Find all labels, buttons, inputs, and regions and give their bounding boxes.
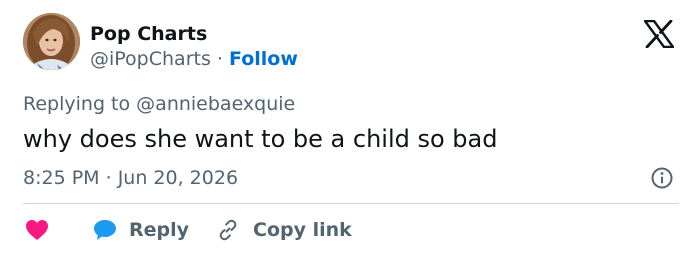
handle-separator: · — [216, 48, 223, 70]
speech-bubble-icon — [93, 219, 117, 241]
author-avatar[interactable] — [23, 13, 80, 70]
avatar-photo-icon — [23, 13, 80, 70]
heart-icon[interactable] — [25, 219, 49, 241]
reply-button[interactable]: Reply — [93, 217, 189, 243]
info-icon[interactable] — [650, 166, 674, 190]
tweet-date[interactable]: Jun 20, 2026 — [118, 167, 238, 189]
tweet-text: why does she want to be a child so bad — [23, 125, 498, 153]
author-handle-line: @iPopCharts · Follow — [90, 47, 298, 71]
copy-link-button[interactable]: Copy link — [216, 217, 352, 243]
action-bar: Reply Copy link — [0, 212, 700, 248]
link-icon — [216, 218, 240, 242]
tweet-embed-card: Pop Charts @iPopCharts · Follow Replying… — [0, 0, 700, 256]
tweet-time[interactable]: 8:25 PM — [23, 167, 100, 189]
author-handle[interactable]: @iPopCharts — [90, 48, 211, 70]
tweet-timestamp: 8:25 PM · Jun 20, 2026 — [23, 166, 238, 190]
replying-to-mention[interactable]: @anniebaexquie — [136, 93, 295, 115]
reply-label: Reply — [129, 219, 190, 241]
timestamp-separator: · — [105, 167, 112, 189]
author-name[interactable]: Pop Charts — [90, 22, 207, 46]
replying-to-prefix: Replying to — [23, 93, 131, 115]
copy-link-label: Copy link — [253, 219, 352, 241]
replying-to-line: Replying to @anniebaexquie — [23, 92, 295, 116]
actions-divider — [23, 203, 679, 204]
follow-button[interactable]: Follow — [229, 48, 298, 70]
x-logo-icon[interactable] — [643, 19, 675, 49]
